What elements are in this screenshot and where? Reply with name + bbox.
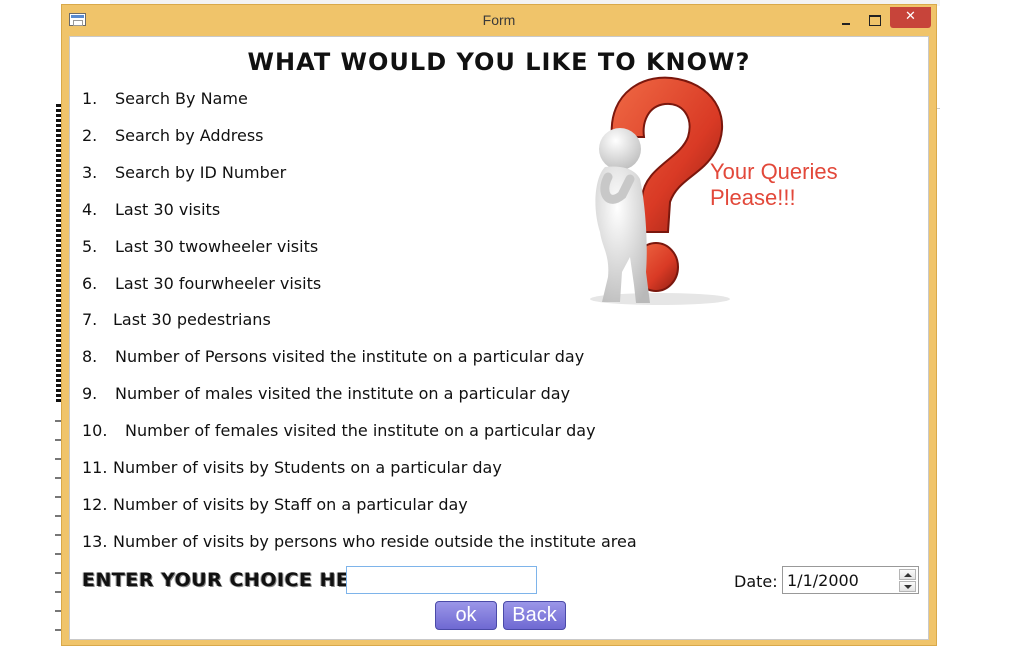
option-item: 1. Search By Name — [82, 89, 248, 108]
page-title: WHAT WOULD YOU LIKE TO KNOW? — [247, 48, 751, 76]
option-item: 12. Number of visits by Staff on a partic… — [82, 495, 468, 514]
option-item: 2. Search by Address — [82, 126, 263, 145]
option-number: 11. — [82, 458, 108, 477]
option-number: 13. — [82, 532, 108, 551]
option-text: Search by Address — [115, 126, 264, 145]
option-item: 6. Last 30 fourwheeler visits — [82, 274, 321, 293]
date-label: Date: — [734, 572, 778, 591]
form-client-area: WHAT WOULD YOU LIKE TO KNOW? 1. Search By… — [69, 36, 929, 640]
option-number: 10. — [82, 421, 108, 440]
option-number: 7. — [82, 310, 98, 329]
spin-down-button[interactable] — [899, 581, 916, 592]
form-window: Form ✕ WHAT WOULD YOU LIKE TO KNOW? 1. Se… — [61, 4, 937, 646]
option-text: Number of visits by Staff on a particula… — [113, 495, 468, 514]
option-item: 13. Number of visits by persons who resid… — [82, 532, 637, 551]
option-text: Search by ID Number — [115, 163, 287, 182]
option-number: 1. — [82, 89, 98, 108]
option-text: Last 30 visits — [115, 200, 221, 219]
option-item: 9. Number of males visited the institute … — [82, 384, 570, 403]
option-text: Search By Name — [115, 89, 248, 108]
minimize-button[interactable] — [834, 10, 860, 30]
window-title: Form — [482, 12, 516, 28]
option-text: Number of Persons visited the institute … — [115, 347, 585, 366]
option-text: Number of females visited the institute … — [125, 421, 596, 440]
option-number: 4. — [82, 200, 98, 219]
queries-prompt: Your Queries Please!!! — [710, 159, 838, 210]
option-text: Last 30 fourwheeler visits — [115, 274, 322, 293]
option-text: Last 30 pedestrians — [113, 310, 271, 329]
option-text: Number of visits by Students on a partic… — [113, 458, 502, 477]
option-item: 3. Search by ID Number — [82, 163, 286, 182]
maximize-button[interactable] — [862, 10, 888, 30]
option-text: Last 30 twowheeler visits — [115, 237, 319, 256]
option-item: 5. Last 30 twowheeler visits — [82, 237, 318, 256]
option-number: 3. — [82, 163, 98, 182]
spin-up-button[interactable] — [899, 569, 916, 580]
choice-input[interactable] — [346, 566, 537, 594]
title-bar[interactable]: Form ✕ — [62, 5, 936, 35]
option-item: 7. Last 30 pedestrians — [82, 310, 271, 329]
option-number: 6. — [82, 274, 98, 293]
option-text: Number of visits by persons who reside o… — [113, 532, 637, 551]
close-icon: ✕ — [905, 9, 916, 24]
option-text: Number of males visited the institute on… — [115, 384, 571, 403]
option-item: 8. Number of Persons visited the institut… — [82, 347, 584, 366]
option-number: 8. — [82, 347, 98, 366]
choice-label: ENTER YOUR CHOICE HERE: — [82, 569, 387, 591]
option-number: 5. — [82, 237, 98, 256]
ok-button[interactable]: ok — [435, 601, 497, 630]
option-item: 11. Number of visits by Students on a par… — [82, 458, 502, 477]
date-picker[interactable]: 1/1/2000 — [782, 566, 919, 594]
option-number: 2. — [82, 126, 98, 145]
option-number: 9. — [82, 384, 98, 403]
option-item: 10. Number of females visited the institu… — [82, 421, 596, 440]
close-button[interactable]: ✕ — [890, 7, 931, 28]
option-item: 4. Last 30 visits — [82, 200, 220, 219]
date-value[interactable]: 1/1/2000 — [787, 571, 859, 590]
back-button[interactable]: Back — [503, 601, 566, 630]
option-number: 12. — [82, 495, 108, 514]
